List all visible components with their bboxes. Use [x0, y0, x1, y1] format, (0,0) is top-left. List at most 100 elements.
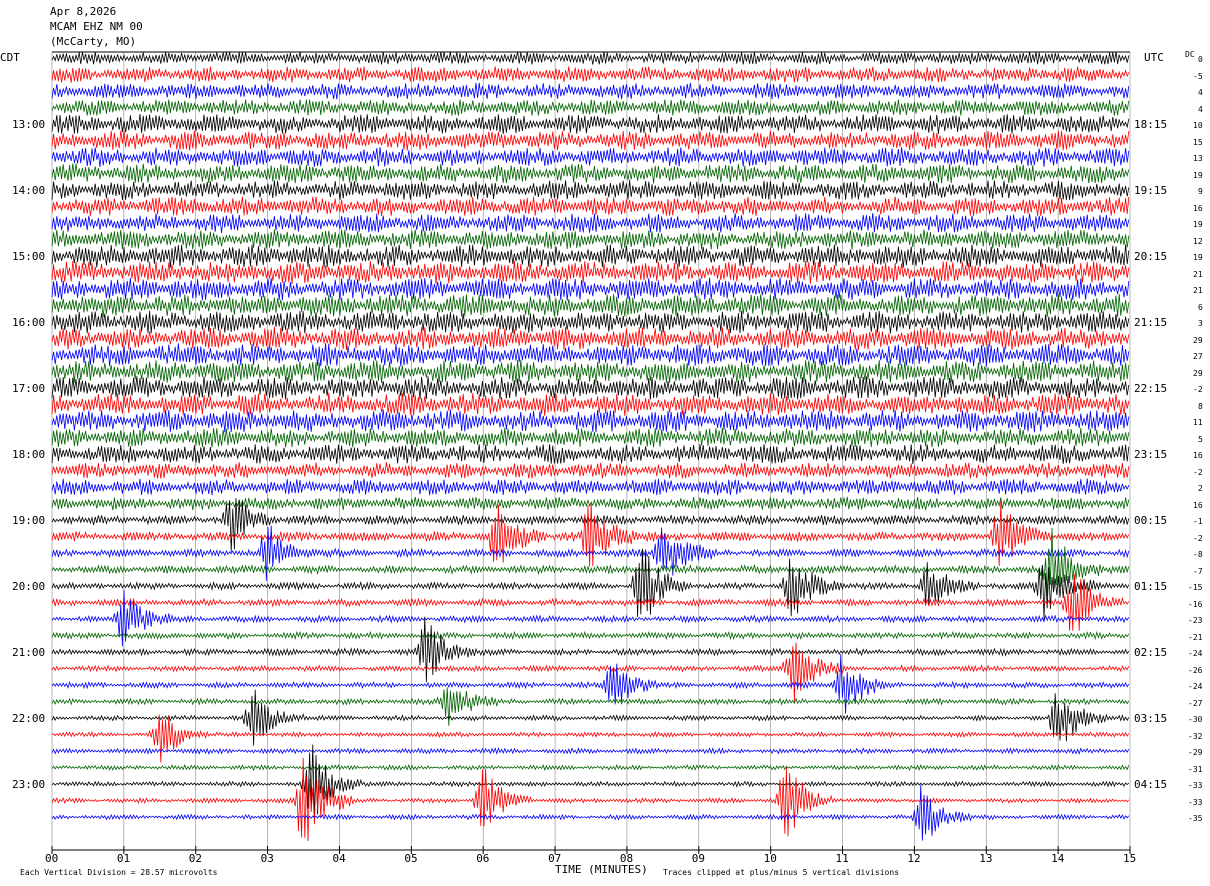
trace-7	[51, 163, 1130, 184]
trace-32	[51, 548, 1130, 620]
right-hour-label: 02:15	[1134, 646, 1168, 659]
header-date: Apr 8,2026	[50, 5, 117, 18]
seismic-traces	[51, 51, 1130, 842]
left-hour-label: 18:00	[12, 448, 46, 461]
left-hour-label: 23:00	[12, 778, 46, 791]
right-hour-label: 21:15	[1134, 316, 1168, 329]
right-hour-label: 01:15	[1134, 580, 1168, 593]
dc-offset-label: -26	[1188, 665, 1203, 675]
header-station: MCAM EHZ NM 00	[50, 20, 143, 33]
scale-text: Each Vertical Division = 28.57 microvolt…	[20, 868, 218, 877]
x-tick-label: 06	[476, 852, 490, 865]
dc-offset-label: 8	[1198, 401, 1203, 411]
time-axis	[51, 846, 1131, 854]
trace-39	[51, 687, 1130, 726]
x-tick-label: 10	[763, 852, 777, 865]
dc-offset-label: 21	[1193, 286, 1203, 295]
right-hour-label: 18:15	[1134, 118, 1168, 131]
trace-43	[51, 763, 1130, 772]
dc-offset-label: -2	[1193, 467, 1203, 477]
left-hour-label: 15:00	[12, 250, 46, 263]
right-timezone-label: UTC	[1144, 51, 1164, 64]
dc-offset-label: 6	[1198, 302, 1203, 312]
x-tick-label: 05	[404, 852, 418, 865]
dc-offset-label: -30	[1188, 715, 1203, 724]
dc-offset-label: -35	[1188, 814, 1203, 823]
trace-2	[51, 82, 1130, 100]
x-axis-label: TIME (MINUTES)	[555, 863, 648, 876]
trace-46	[51, 784, 1130, 841]
clip-text: Traces clipped at plus/minus 5 vertical …	[663, 868, 900, 877]
right-hour-label: 20:15	[1134, 250, 1168, 263]
dc-offset-label: 19	[1193, 253, 1203, 262]
dc-offset-label: -8	[1193, 550, 1203, 559]
right-hour-label: 22:15	[1134, 382, 1168, 395]
trace-5	[51, 130, 1130, 151]
dc-offset-label: -31	[1188, 764, 1203, 774]
trace-11	[51, 229, 1130, 250]
dc-offset-label: 12	[1193, 236, 1203, 246]
left-hour-label: 16:00	[12, 316, 46, 329]
x-tick-label: 01	[116, 852, 131, 865]
dc-offset-label: -15	[1188, 583, 1203, 592]
right-hour-label: 03:15	[1134, 712, 1168, 725]
dc-offset-label: -24	[1188, 682, 1203, 691]
left-timezone-label: CDT	[0, 51, 20, 64]
dc-offset-label: -33	[1188, 781, 1203, 790]
left-hour-label: 14:00	[12, 184, 46, 197]
right-hour-label: 04:15	[1134, 778, 1168, 791]
dc-offset-label: 13	[1193, 154, 1203, 163]
dc-offset-label: 15	[1193, 137, 1203, 147]
x-tick-label: 04	[332, 852, 346, 865]
dc-offset-label: 9	[1198, 187, 1203, 196]
left-hour-label: 13:00	[12, 118, 46, 131]
left-hour-label: 20:00	[12, 580, 46, 593]
dc-offset-label: 0	[1198, 55, 1203, 64]
right-hour-label: 00:15	[1134, 514, 1168, 527]
dc-offset-label: 3	[1198, 319, 1203, 328]
x-tick-label: 00	[45, 852, 59, 865]
trace-10	[51, 212, 1130, 234]
dc-offset-label: 4	[1198, 88, 1203, 97]
x-tick-label: 15	[1123, 852, 1137, 865]
dc-offset-label: 16	[1193, 500, 1203, 510]
trace-36	[51, 616, 1130, 683]
right-hour-label: 23:15	[1134, 448, 1168, 461]
trace-35	[51, 630, 1130, 641]
trace-14	[51, 277, 1130, 301]
trace-17	[51, 326, 1130, 351]
trace-20	[51, 376, 1130, 400]
trace-19	[51, 359, 1130, 384]
dc-offset-label: 4	[1198, 104, 1203, 114]
trace-41	[51, 714, 1130, 763]
left-hour-label: 19:00	[12, 514, 46, 527]
trace-38	[51, 653, 1130, 714]
dc-offset-label: 19	[1193, 220, 1203, 229]
header-location: (McCarty, MO)	[50, 35, 137, 48]
dc-offset-label: -7	[1193, 566, 1203, 576]
dc-label: DC	[1185, 50, 1195, 59]
dc-offset-label: 2	[1198, 484, 1203, 493]
x-tick-label: 14	[1051, 852, 1065, 865]
trace-21	[51, 392, 1130, 417]
dc-offset-label: 21	[1193, 269, 1203, 279]
dc-offset-label: 11	[1193, 418, 1203, 427]
dc-offset-label: 10	[1193, 121, 1203, 130]
left-hour-label: 22:00	[12, 712, 46, 725]
helicorder-plot	[51, 51, 1131, 854]
dc-offset-label: 5	[1198, 434, 1203, 444]
trace-25	[51, 462, 1130, 479]
x-tick-label: 03	[260, 852, 274, 865]
dc-offset-label: -24	[1188, 649, 1203, 658]
trace-1	[51, 66, 1130, 83]
dc-offset-label: 27	[1193, 352, 1203, 361]
trace-8	[51, 179, 1130, 201]
dc-offset-label: -32	[1188, 731, 1203, 741]
trace-6	[51, 147, 1130, 167]
trace-0	[51, 51, 1130, 65]
trace-24	[51, 444, 1130, 464]
trace-27	[51, 496, 1130, 511]
dc-offset-label: -1	[1193, 517, 1203, 526]
dc-offset-label: -2	[1193, 385, 1203, 394]
trace-23	[51, 427, 1130, 448]
